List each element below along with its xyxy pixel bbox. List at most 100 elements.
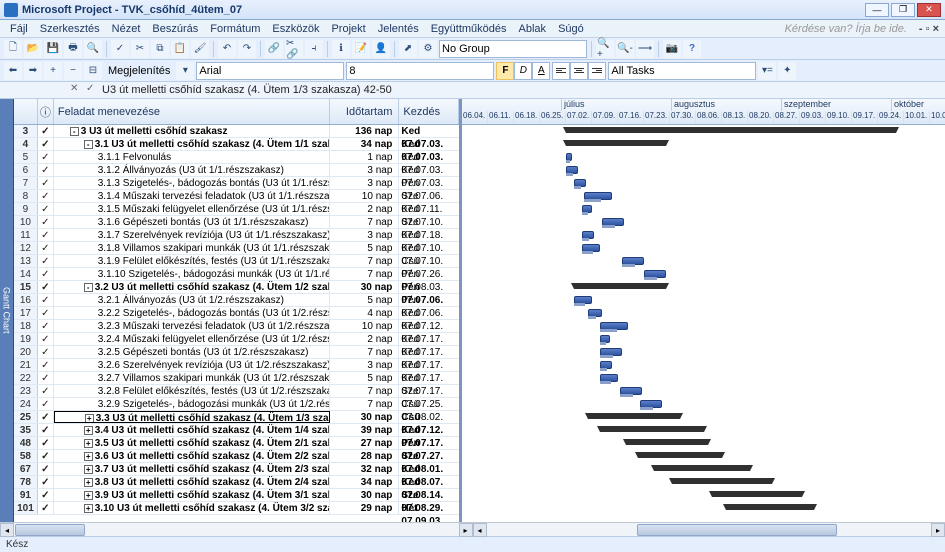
task-name-cell[interactable]: +3.4 U3 út melletti csőhíd szakasz (4. Ü… bbox=[54, 424, 330, 436]
copy-icon[interactable]: ⧉ bbox=[151, 40, 169, 58]
task-name-cell[interactable]: 3.1.2 Állványozás (U3 út 1/1.részszakasz… bbox=[54, 164, 330, 176]
start-cell[interactable]: Ked 07.07.17. bbox=[399, 346, 459, 358]
close-button[interactable]: ✕ bbox=[917, 3, 941, 17]
row-id[interactable]: 11 bbox=[14, 229, 38, 241]
autofilter-icon[interactable]: ▾= bbox=[758, 62, 776, 80]
font-selector[interactable] bbox=[196, 62, 344, 80]
ask-question-box[interactable]: Kérdése van? Írja be ide. bbox=[779, 23, 913, 35]
duration-cell[interactable]: 30 nap bbox=[330, 411, 400, 423]
tree-toggle-icon[interactable]: + bbox=[84, 426, 93, 435]
start-cell[interactable]: Pén 07.07.06. bbox=[399, 281, 459, 293]
summary-bar[interactable] bbox=[574, 283, 666, 289]
maximize-button[interactable]: ❐ bbox=[891, 3, 915, 17]
summary-bar[interactable] bbox=[726, 504, 814, 510]
task-name-cell[interactable]: +3.7 U3 út melletti csőhíd szakasz (4. Ü… bbox=[54, 463, 330, 475]
print-icon[interactable]: 🖶 bbox=[64, 40, 82, 58]
table-row[interactable]: 78✓+3.8 U3 út melletti csőhíd szakasz (4… bbox=[14, 476, 459, 489]
start-cell[interactable]: Ked 07.07.03. bbox=[399, 164, 459, 176]
duration-cell[interactable]: 3 nap bbox=[330, 229, 400, 241]
task-name-cell[interactable]: +3.5 U3 út melletti csőhíd szakasz (4. Ü… bbox=[54, 437, 330, 449]
duration-cell[interactable]: 5 nap bbox=[330, 294, 400, 306]
table-row[interactable]: 5✓3.1.1 Felvonulás1 napKed 07.07.03. bbox=[14, 151, 459, 164]
row-id[interactable]: 5 bbox=[14, 151, 38, 163]
minimize-button[interactable]: — bbox=[865, 3, 889, 17]
table-row[interactable]: 58✓+3.6 U3 út melletti csőhíd szakasz (4… bbox=[14, 450, 459, 463]
start-cell[interactable]: Ked 07.07.17. bbox=[399, 320, 459, 332]
tree-toggle-icon[interactable]: - bbox=[84, 140, 93, 149]
row-id[interactable]: 78 bbox=[14, 476, 38, 488]
start-cell[interactable]: Sze 07.07.11. bbox=[399, 190, 459, 202]
start-cell[interactable]: Ked 07.07.12. bbox=[399, 307, 459, 319]
start-cell[interactable]: Ked 07.08.14. bbox=[399, 476, 459, 488]
link-icon[interactable]: 🔗 bbox=[265, 40, 283, 58]
task-name-cell[interactable]: +3.9 U3 út melletti csőhíd szakasz (4. Ü… bbox=[54, 489, 330, 501]
gantt-chart[interactable]: júliusaugusztusszeptemberoktóber06.04.06… bbox=[462, 99, 945, 522]
table-row[interactable]: 24✓3.2.9 Szigetelés-, bádogozási munkák … bbox=[14, 398, 459, 411]
duration-cell[interactable]: 10 nap bbox=[330, 320, 400, 332]
unlink-icon[interactable]: ✂🔗 bbox=[285, 40, 303, 58]
duration-cell[interactable]: 3 nap bbox=[330, 359, 400, 371]
gantt-scroll-track[interactable] bbox=[487, 523, 932, 536]
duration-cell[interactable]: 34 nap bbox=[330, 476, 400, 488]
task-name-cell[interactable]: +3.3 U3 út melletti csőhíd szakasz (4. Ü… bbox=[54, 411, 330, 423]
row-id[interactable]: 16 bbox=[14, 294, 38, 306]
task-name-cell[interactable]: 3.2.9 Szigetelés-, bádogozási munkák (U3… bbox=[54, 398, 330, 410]
task-name-cell[interactable]: 3.1.10 Szigetelés-, bádogozási munkák (U… bbox=[54, 268, 330, 280]
row-id[interactable]: 7 bbox=[14, 177, 38, 189]
task-name-cell[interactable]: +3.6 U3 út melletti csőhíd szakasz (4. Ü… bbox=[54, 450, 330, 462]
duration-cell[interactable]: 7 nap bbox=[330, 268, 400, 280]
duration-cell[interactable]: 3 nap bbox=[330, 164, 400, 176]
menu-file[interactable]: Fájl bbox=[4, 23, 34, 35]
duration-cell[interactable]: 4 nap bbox=[330, 307, 400, 319]
edit-accept-icon[interactable]: ✓ bbox=[86, 83, 100, 97]
table-row[interactable]: 22✓3.2.7 Villamos szakipari munkák (U3 ú… bbox=[14, 372, 459, 385]
row-id[interactable]: 101 bbox=[14, 502, 38, 514]
table-row[interactable]: 21✓3.2.6 Szerelvények revíziója (U3 út 1… bbox=[14, 359, 459, 372]
task-name-cell[interactable]: 3.1.8 Villamos szakipari munkák (U3 út 1… bbox=[54, 242, 330, 254]
filter-selector[interactable] bbox=[608, 62, 756, 80]
table-scroll-track[interactable] bbox=[14, 523, 459, 536]
menu-project[interactable]: Projekt bbox=[325, 23, 371, 35]
summary-bar[interactable] bbox=[712, 491, 802, 497]
table-row[interactable]: 23✓3.2.8 Felület előkészítés, festés (U3… bbox=[14, 385, 459, 398]
bold-button[interactable]: F bbox=[496, 62, 514, 80]
duration-cell[interactable]: 10 nap bbox=[330, 190, 400, 202]
row-id[interactable]: 67 bbox=[14, 463, 38, 475]
cut-icon[interactable]: ✂ bbox=[131, 40, 149, 58]
row-id[interactable]: 17 bbox=[14, 307, 38, 319]
task-name-cell[interactable]: 3.1.1 Felvonulás bbox=[54, 151, 330, 163]
duration-cell[interactable]: 39 nap bbox=[330, 424, 400, 436]
table-row[interactable]: 20✓3.2.5 Gépészeti bontás (U3 út 1/2.rés… bbox=[14, 346, 459, 359]
menu-help[interactable]: Súgó bbox=[552, 23, 590, 35]
table-row[interactable]: 14✓3.1.10 Szigetelés-, bádogozási munkák… bbox=[14, 268, 459, 281]
row-id[interactable]: 14 bbox=[14, 268, 38, 280]
view-dropdown-icon[interactable]: ▾ bbox=[176, 62, 194, 80]
duration-cell[interactable]: 32 nap bbox=[330, 463, 400, 475]
start-cell[interactable]: Ked 07.07.03. bbox=[399, 138, 459, 150]
gantt-scroll-right-button[interactable]: ▸ bbox=[931, 523, 945, 537]
summary-bar[interactable] bbox=[672, 478, 772, 484]
menu-view[interactable]: Nézet bbox=[106, 23, 147, 35]
menu-insert[interactable]: Beszúrás bbox=[146, 23, 204, 35]
tree-toggle-icon[interactable]: - bbox=[84, 283, 93, 292]
edit-text[interactable]: U3 út melletti csőhíd szakasz (4. Ütem 1… bbox=[102, 84, 392, 96]
task-info-icon[interactable]: ℹ bbox=[332, 40, 350, 58]
start-cell[interactable]: Ked 07.07.03. bbox=[399, 151, 459, 163]
scroll-right-button[interactable]: ▸ bbox=[459, 523, 473, 537]
underline-button[interactable]: A bbox=[532, 62, 550, 80]
outdent-icon[interactable]: ⬅ bbox=[4, 62, 22, 80]
table-row[interactable]: 16✓3.2.1 Állványozás (U3 út 1/2.részszak… bbox=[14, 294, 459, 307]
task-name-cell[interactable]: 3.1.3 Szigetelés-, bádogozás bontás (U3 … bbox=[54, 177, 330, 189]
show-subtasks-icon[interactable]: + bbox=[44, 62, 62, 80]
task-name-cell[interactable]: 3.1.7 Szerelvények revíziója (U3 út 1/1.… bbox=[54, 229, 330, 241]
undo-icon[interactable]: ↶ bbox=[218, 40, 236, 58]
table-row[interactable]: 19✓3.2.4 Műszaki felügyelet ellenőrzése … bbox=[14, 333, 459, 346]
doc-close-button[interactable]: - ▫ × bbox=[913, 23, 945, 35]
gantt-scroll-thumb[interactable] bbox=[637, 524, 837, 536]
gantt-scroll-left-button[interactable]: ◂ bbox=[473, 523, 487, 537]
menu-tools[interactable]: Eszközök bbox=[266, 23, 325, 35]
start-cell[interactable]: Csü 07.08.02. bbox=[399, 398, 459, 410]
row-id[interactable]: 15 bbox=[14, 281, 38, 293]
notes-icon[interactable]: 📝 bbox=[352, 40, 370, 58]
row-id[interactable]: 20 bbox=[14, 346, 38, 358]
